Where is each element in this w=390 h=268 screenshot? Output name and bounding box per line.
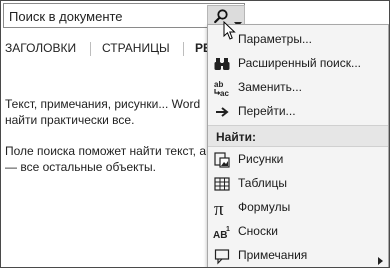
- menu-item-label: Параметры...: [238, 32, 312, 46]
- menu-item-replace[interactable]: ab ac Заменить...: [208, 76, 388, 100]
- menu-item-label: Формулы: [238, 200, 291, 214]
- svg-text:π: π: [214, 199, 224, 217]
- tab-headings[interactable]: ЗАГОЛОВКИ: [5, 41, 76, 55]
- tab-pages[interactable]: СТРАНИЦЫ: [102, 41, 170, 55]
- menu-item-label: Рисунки: [238, 152, 284, 166]
- tab-divider: [90, 42, 91, 56]
- menu-item-comments[interactable]: Примечания: [208, 244, 388, 267]
- chevron-right-icon: [378, 252, 383, 267]
- arrow-right-icon: [213, 103, 231, 121]
- text-line: Текст, примечания, рисунки... Word: [5, 97, 201, 111]
- menu-item-graphics[interactable]: Рисунки: [208, 148, 388, 172]
- comment-icon: [213, 247, 231, 265]
- menu-item-label: Расширенный поиск...: [238, 56, 361, 70]
- menu-item-label: Примечания: [238, 248, 308, 262]
- menu-item-label: Таблицы: [238, 176, 288, 190]
- mouse-pointer-icon: [223, 20, 237, 46]
- text-line: Поле поиска поможет найти текст, а: [5, 144, 206, 158]
- info-paragraph-1: Текст, примечания, рисунки... Word найти…: [5, 96, 210, 128]
- menu-item-goto[interactable]: Перейти...: [208, 100, 388, 124]
- svg-text:1: 1: [226, 226, 230, 233]
- pi-icon: π: [213, 199, 231, 220]
- footnote-icon: AB 1: [213, 223, 231, 241]
- menu-item-equations[interactable]: π Формулы: [208, 196, 388, 220]
- search-options-menu: Параметры... Расширенный поиск... ab ac: [207, 24, 389, 267]
- image-icon: [213, 151, 231, 169]
- table-icon: [213, 175, 231, 193]
- info-paragraph-2: Поле поиска поможет найти текст, а — все…: [5, 143, 210, 175]
- navigation-pane: Поиск в документе ЗАГОЛОВКИ СТРАНИЦЫ РЕ …: [0, 0, 390, 268]
- text-line: найти практически все.: [5, 113, 135, 127]
- replace-icon: ab ac: [213, 79, 231, 98]
- menu-item-label: Перейти...: [238, 104, 296, 118]
- menu-item-advanced-find[interactable]: Расширенный поиск...: [208, 52, 388, 76]
- text-line: — все остальные объекты.: [5, 160, 156, 174]
- menu-item-tables[interactable]: Таблицы: [208, 172, 388, 196]
- section-title: Найти:: [216, 130, 256, 144]
- svg-text:ac: ac: [220, 89, 229, 97]
- binoculars-icon: [213, 55, 231, 73]
- menu-item-label: Сноски: [238, 224, 278, 238]
- find-section-header: Найти:: [208, 125, 388, 147]
- tab-divider: [183, 42, 184, 56]
- menu-item-label: Заменить...: [238, 80, 302, 94]
- search-input[interactable]: Поиск в документе: [9, 9, 123, 24]
- svg-text:ab: ab: [214, 80, 223, 89]
- menu-item-footnotes[interactable]: AB 1 Сноски: [208, 220, 388, 244]
